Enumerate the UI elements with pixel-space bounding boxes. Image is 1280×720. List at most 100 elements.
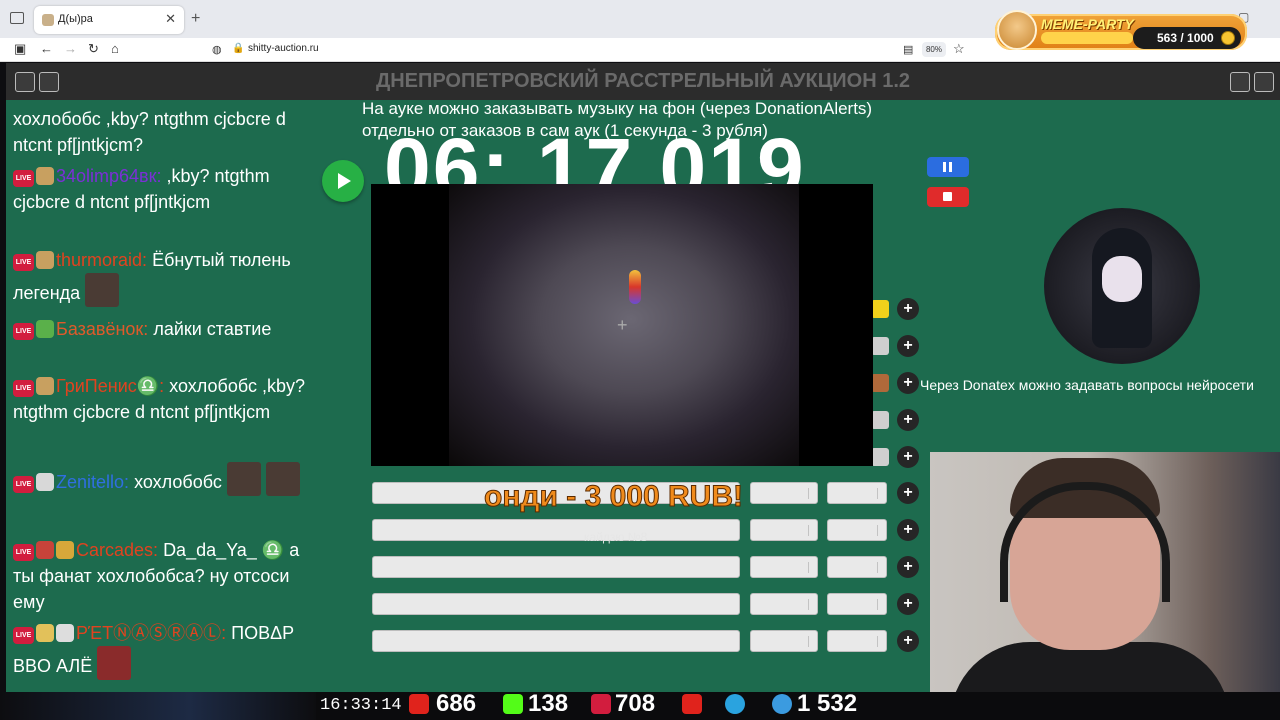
- add-lot-button[interactable]: +: [897, 556, 919, 578]
- emote-icon: [265, 462, 300, 496]
- browser-tab[interactable]: Д(ы)ра ✕: [34, 6, 184, 34]
- back-icon[interactable]: ←: [40, 41, 53, 56]
- add-lot-button[interactable]: +: [897, 446, 919, 468]
- user-badge-icon: [36, 473, 54, 491]
- lot-name-input[interactable]: [372, 556, 740, 578]
- chat-nick: thurmoraid:: [56, 250, 148, 270]
- lot-add-amount-input[interactable]: [827, 593, 887, 615]
- chat-message: LIVE Zenitello: хохлобобс: [13, 462, 305, 496]
- live-badge-icon: LIVE: [13, 323, 34, 340]
- telegram-icon: [725, 694, 745, 714]
- user-icon: [772, 694, 792, 714]
- home-icon[interactable]: ⌂: [111, 41, 119, 56]
- streamer-avatar: [1044, 208, 1200, 364]
- stream-clock: 16:33:14: [320, 696, 402, 715]
- live-badge-icon: LIVE: [13, 544, 34, 561]
- shield-icon[interactable]: ◍: [212, 43, 222, 56]
- add-lot-button[interactable]: +: [897, 482, 919, 504]
- pause-button[interactable]: [927, 157, 969, 177]
- coin-icon: [1221, 31, 1235, 45]
- lot-amount-input[interactable]: [750, 482, 818, 504]
- kick-icon: [503, 694, 523, 714]
- lot-amount-input[interactable]: [750, 519, 818, 541]
- live-badge-icon: LIVE: [13, 627, 34, 644]
- user-badge-icon: [36, 541, 54, 559]
- lot-color-swatch[interactable]: [871, 300, 889, 318]
- live-viewers: 708: [615, 690, 656, 717]
- add-lot-button[interactable]: +: [897, 519, 919, 541]
- meme-party-progress: [1041, 32, 1133, 44]
- stop-button[interactable]: [927, 187, 969, 207]
- reader-icon[interactable]: ▤: [903, 43, 913, 56]
- user-badge-icon: [56, 624, 74, 642]
- lot-color-swatch[interactable]: [871, 374, 889, 392]
- tab-close-icon[interactable]: ✕: [165, 11, 176, 27]
- page-title: ДНЕПРОПЕТРОВСКИЙ РАССТРЕЛЬНЫЙ АУКЦИОН 1.…: [375, 70, 911, 92]
- chat-message: LIVE ΡΈΤⓃⒶⓈⓇⒶⓁ: ΠΟΒΔΡ ΒΒΟ АЛЁ: [13, 620, 305, 680]
- live-badge-icon: LIVE: [13, 380, 34, 397]
- chat-nick: ΡΈΤⓃⒶⓈⓇⒶⓁ:: [76, 623, 227, 643]
- url-field[interactable]: shitty-auction.ru: [248, 43, 319, 54]
- lot-add-amount-input[interactable]: [827, 556, 887, 578]
- user-badge-icon: [56, 541, 74, 559]
- lot-add-amount-input[interactable]: [827, 519, 887, 541]
- settings-icon[interactable]: [1230, 72, 1250, 92]
- meme-party-widget: MEME-PARTY 563 / 1000: [995, 10, 1247, 50]
- add-lot-button[interactable]: +: [897, 372, 919, 394]
- add-lot-button[interactable]: +: [897, 593, 919, 615]
- sidebar-icon[interactable]: ▣: [14, 41, 26, 57]
- bookmark-star-icon[interactable]: ☆: [953, 41, 965, 57]
- tab-list-icon[interactable]: [10, 12, 24, 24]
- total-viewers: 1 532: [797, 690, 858, 717]
- lot-add-amount-input[interactable]: [827, 630, 887, 652]
- add-lot-button[interactable]: +: [897, 409, 919, 431]
- lot-color-swatch[interactable]: [871, 411, 889, 429]
- lock-icon: 🔒: [232, 43, 245, 54]
- tab-title: Д(ы)ра: [58, 13, 93, 25]
- lot-amount-input[interactable]: [750, 630, 818, 652]
- video-icon: [682, 694, 702, 714]
- bottom-banner: [0, 692, 316, 720]
- video-overlay[interactable]: +: [371, 184, 873, 466]
- lot-name-input[interactable]: [372, 630, 740, 652]
- add-lot-button[interactable]: +: [897, 298, 919, 320]
- help-icon[interactable]: [1254, 72, 1274, 92]
- lot-amount-input[interactable]: [750, 556, 818, 578]
- video-flame: [629, 270, 641, 304]
- forward-icon[interactable]: →: [64, 41, 77, 56]
- lot-add-amount-input[interactable]: [827, 482, 887, 504]
- new-tab-icon[interactable]: +: [191, 10, 200, 28]
- chat-nick: Carcades:: [76, 540, 159, 560]
- chat-message-text: хохлобобс ,kby? ntgthm cjcbcre d ntcnt p…: [13, 109, 286, 155]
- crosshair-icon: +: [617, 315, 628, 335]
- add-lot-button[interactable]: +: [897, 630, 919, 652]
- chat-message-text: Ёбнутый тюлень легенда: [13, 250, 291, 303]
- lot-color-swatch[interactable]: [871, 448, 889, 466]
- emote-icon: [85, 273, 120, 307]
- emote-icon: [226, 462, 261, 496]
- user-badge-icon: [36, 624, 54, 642]
- chat-nick: 34olimp64вк:: [56, 166, 162, 186]
- reload-icon[interactable]: ↻: [88, 41, 99, 57]
- chat-message-text: лайки ставтие: [153, 319, 272, 339]
- donatex-notice: Через Donatex можно задавать вопросы ней…: [920, 377, 1254, 393]
- youtube-viewers: 686: [436, 690, 477, 717]
- webcam-overlay: [930, 452, 1280, 720]
- meme-party-count: 563 / 1000: [1157, 31, 1214, 45]
- lot-name-input[interactable]: [372, 593, 740, 615]
- lot-name-input[interactable]: [372, 519, 740, 541]
- chat-message: LIVE thurmoraid: Ёбнутый тюлень легенда: [13, 247, 305, 307]
- chat-message: хохлобобс ,kby? ntgthm cjcbcre d ntcnt p…: [13, 106, 305, 158]
- play-button[interactable]: [322, 160, 364, 202]
- pause-icon: [943, 162, 946, 172]
- notice-line: На ауке можно заказывать музыку на фон (…: [362, 99, 873, 118]
- lot-amount-input[interactable]: [750, 593, 818, 615]
- tab-favicon-icon: [42, 14, 54, 26]
- chat-message: LIVE Carcades: Da_da_Ya_ ♎ а ты фанат хох…: [13, 537, 305, 615]
- meme-party-counter: 563 / 1000: [1133, 27, 1241, 49]
- vkplay-live-icon: [591, 694, 611, 714]
- lot-color-swatch[interactable]: [871, 337, 889, 355]
- chat-message-text: хохлобобс: [134, 472, 222, 492]
- add-lot-button[interactable]: +: [897, 335, 919, 357]
- zoom-indicator[interactable]: 80%: [922, 42, 946, 57]
